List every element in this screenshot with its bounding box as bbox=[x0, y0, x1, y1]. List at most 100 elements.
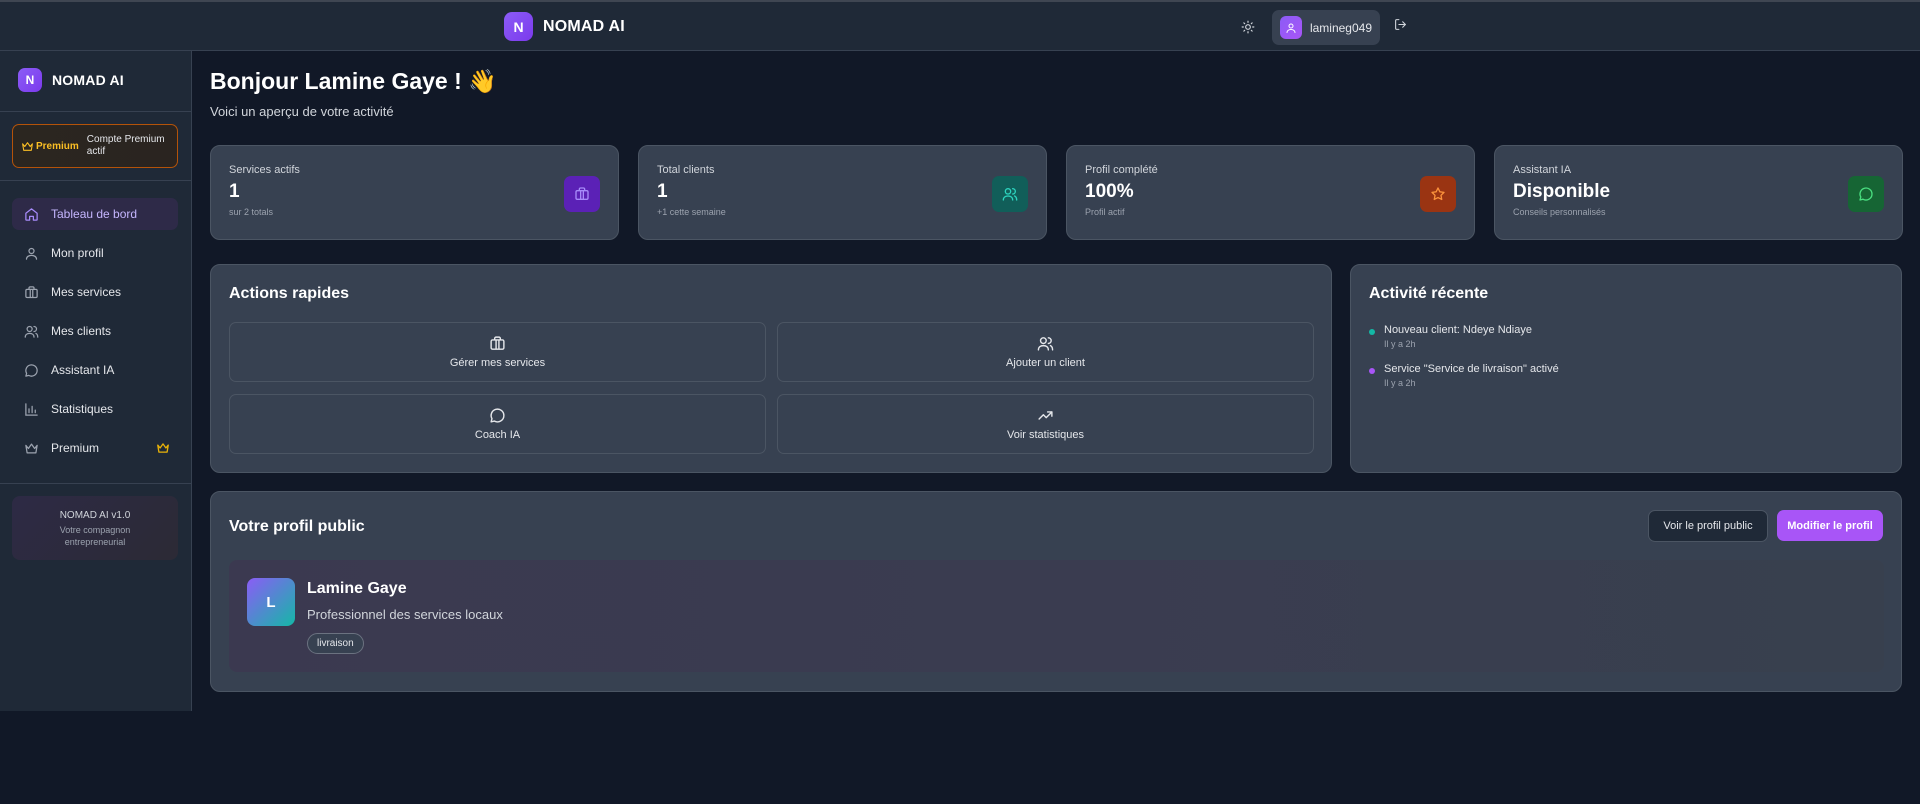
stat-sub: +1 cette semaine bbox=[657, 207, 726, 217]
sidebar-item-dashboard[interactable]: Tableau de bord bbox=[12, 198, 178, 230]
divider bbox=[0, 180, 191, 181]
sidebar-item-clients[interactable]: Mes clients bbox=[12, 315, 178, 347]
button-label: Voir statistiques bbox=[1006, 429, 1085, 441]
activity-item: Service "Service de livraison" activé Il… bbox=[1369, 363, 1559, 388]
premium-status-card[interactable]: Premium Compte Premium actif bbox=[12, 124, 178, 168]
activity-time: Il y a 2h bbox=[1384, 339, 1416, 349]
sidebar-item-premium[interactable]: Premium bbox=[12, 432, 178, 464]
username: lamineg049 bbox=[1309, 20, 1372, 35]
sidebar: N NOMAD AI Premium Compte Premium actif … bbox=[0, 51, 192, 711]
sidebar-item-label: Mes services bbox=[51, 285, 122, 299]
star-icon bbox=[1420, 176, 1456, 212]
stat-sub: Conseils personnalisés bbox=[1513, 207, 1606, 217]
recent-activity-panel: Activité récente Nouveau client: Ndeye N… bbox=[1350, 264, 1902, 473]
profile-name: Lamine Gaye bbox=[307, 580, 407, 597]
stat-value: Disponible bbox=[1513, 181, 1611, 202]
briefcase-icon bbox=[24, 285, 39, 300]
activity-item: Nouveau client: Ndeye Ndiaye Il y a 2h bbox=[1369, 324, 1532, 349]
user-icon bbox=[1280, 16, 1302, 39]
version-subtitle: Votre compagnon entrepreneurial bbox=[59, 525, 131, 547]
profile-description: Professionnel des services locaux bbox=[307, 607, 503, 622]
app-name: NOMAD AI bbox=[543, 17, 625, 35]
stat-card-clients: Total clients 1 +1 cette semaine bbox=[638, 145, 1047, 240]
stat-card-assistant: Assistant IA Disponible Conseils personn… bbox=[1494, 145, 1903, 240]
users-icon bbox=[24, 324, 39, 339]
avatar: L bbox=[247, 578, 295, 626]
sidebar-item-label: Assistant IA bbox=[51, 363, 115, 377]
stat-sub: sur 2 totals bbox=[229, 207, 274, 217]
sidebar-item-statistics[interactable]: Statistiques bbox=[12, 393, 178, 425]
activity-time: Il y a 2h bbox=[1384, 378, 1416, 388]
premium-tag-label: Premium bbox=[36, 140, 79, 152]
top-bar: N NOMAD AI lamineg049 bbox=[0, 0, 1920, 51]
logout-icon[interactable] bbox=[1394, 18, 1412, 36]
sidebar-item-label: Tableau de bord bbox=[51, 207, 138, 221]
activity-dot bbox=[1369, 329, 1375, 335]
divider bbox=[0, 483, 191, 484]
stat-card-services: Services actifs 1 sur 2 totals bbox=[210, 145, 619, 240]
stat-label: Total clients bbox=[657, 164, 715, 176]
stat-card-profile: Profil complété 100% Profil actif bbox=[1066, 145, 1475, 240]
logo-badge: N bbox=[18, 68, 42, 92]
sidebar-item-label: Mon profil bbox=[51, 246, 104, 260]
top-brand[interactable]: N NOMAD AI bbox=[504, 12, 625, 41]
users-icon bbox=[992, 176, 1028, 212]
activity-title: Nouveau client: Ndeye Ndiaye bbox=[1384, 324, 1532, 336]
activity-title: Service "Service de livraison" activé bbox=[1384, 363, 1559, 375]
trending-up-icon bbox=[1037, 407, 1054, 424]
version-info: NOMAD AI v1.0 Votre compagnon entreprene… bbox=[12, 496, 178, 560]
sidebar-item-label: Mes clients bbox=[51, 324, 112, 338]
sidebar-item-label: Statistiques bbox=[51, 402, 114, 416]
stat-label: Services actifs bbox=[229, 164, 300, 176]
sidebar-nav: Tableau de bord Mon profil Mes services … bbox=[12, 198, 178, 471]
button-label: Gérer mes services bbox=[449, 357, 546, 369]
logo-badge: N bbox=[504, 12, 533, 41]
divider bbox=[0, 111, 191, 112]
add-client-button[interactable]: Ajouter un client bbox=[777, 322, 1314, 382]
sidebar-item-profile[interactable]: Mon profil bbox=[12, 237, 178, 269]
stat-value: 1 bbox=[229, 181, 240, 202]
page-title: Bonjour Lamine Gaye ! 👋 bbox=[210, 68, 497, 94]
briefcase-icon bbox=[489, 335, 506, 352]
crown-icon bbox=[24, 441, 39, 456]
sidebar-item-assistant[interactable]: Assistant IA bbox=[12, 354, 178, 386]
recent-activity-title: Activité récente bbox=[1369, 285, 1489, 302]
button-label: Coach IA bbox=[474, 429, 521, 441]
stat-value: 100% bbox=[1085, 181, 1134, 202]
activity-dot bbox=[1369, 368, 1375, 374]
stat-value: 1 bbox=[657, 181, 668, 202]
button-label: Ajouter un client bbox=[1006, 357, 1085, 369]
bar-chart-icon bbox=[24, 402, 39, 417]
crown-icon bbox=[22, 141, 33, 151]
message-circle-icon bbox=[24, 363, 39, 378]
premium-tag: Premium bbox=[21, 140, 79, 153]
coach-ia-button[interactable]: Coach IA bbox=[229, 394, 766, 454]
crown-icon bbox=[156, 441, 170, 455]
home-icon bbox=[24, 207, 39, 222]
premium-text: Compte Premium actif bbox=[86, 134, 165, 157]
view-public-profile-button[interactable]: Voir le profil public bbox=[1648, 510, 1768, 542]
quick-actions-title: Actions rapides bbox=[229, 285, 350, 302]
quick-actions-panel: Actions rapides Gérer mes services Ajout… bbox=[210, 264, 1332, 473]
stat-label: Assistant IA bbox=[1513, 164, 1572, 176]
user-icon bbox=[24, 246, 39, 261]
manage-services-button[interactable]: Gérer mes services bbox=[229, 322, 766, 382]
app-name: NOMAD AI bbox=[52, 72, 124, 88]
message-circle-icon bbox=[489, 407, 506, 424]
view-statistics-button[interactable]: Voir statistiques bbox=[777, 394, 1314, 454]
page-subtitle: Voici un aperçu de votre activité bbox=[210, 104, 394, 119]
user-menu-button[interactable]: lamineg049 bbox=[1272, 10, 1380, 45]
profile-tag: livraison bbox=[307, 633, 364, 654]
sidebar-brand[interactable]: N NOMAD AI bbox=[18, 68, 124, 92]
edit-profile-button[interactable]: Modifier le profil bbox=[1777, 510, 1883, 541]
briefcase-icon bbox=[564, 176, 600, 212]
version-title: NOMAD AI v1.0 bbox=[59, 510, 131, 521]
message-circle-icon bbox=[1848, 176, 1884, 212]
stat-sub: Profil actif bbox=[1085, 207, 1125, 217]
sun-icon[interactable] bbox=[1238, 17, 1258, 37]
sidebar-item-services[interactable]: Mes services bbox=[12, 276, 178, 308]
users-icon bbox=[1037, 335, 1054, 352]
profile-preview-card: L Lamine Gaye Professionnel des services… bbox=[229, 560, 1884, 672]
stat-label: Profil complété bbox=[1085, 164, 1158, 176]
sidebar-item-label: Premium bbox=[51, 441, 100, 455]
